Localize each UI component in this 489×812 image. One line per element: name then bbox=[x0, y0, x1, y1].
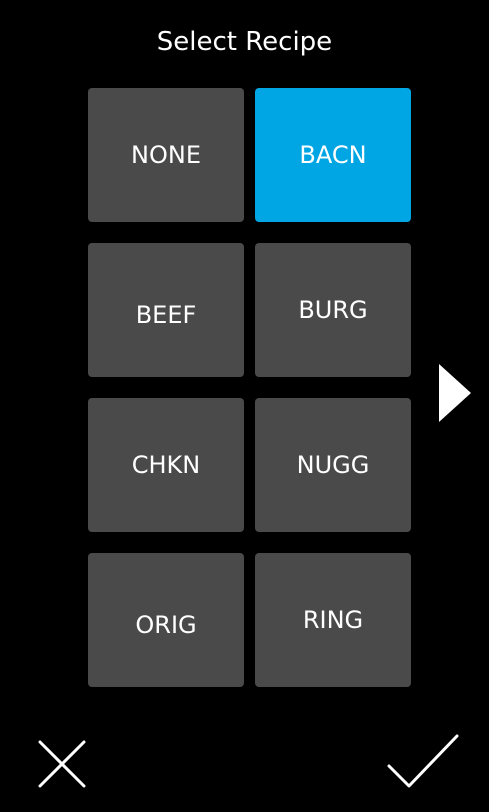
page-title: Select Recipe bbox=[156, 27, 333, 57]
recipe-tile-label: BEEF bbox=[135, 301, 197, 329]
cancel-button[interactable] bbox=[30, 734, 90, 794]
next-page-button[interactable] bbox=[437, 362, 473, 424]
recipe-tile-label: ORIG bbox=[135, 611, 197, 639]
recipe-tile-orig[interactable]: ORIG bbox=[88, 553, 244, 687]
checkmark-icon bbox=[387, 734, 459, 788]
recipe-grid: NONE BACN BEEF BURG CHKN NUGG ORIG RING bbox=[88, 88, 412, 687]
recipe-tile-nugg[interactable]: NUGG bbox=[255, 398, 411, 532]
recipe-tile-label: NONE bbox=[131, 141, 201, 169]
close-icon bbox=[38, 740, 86, 788]
recipe-tile-beef[interactable]: BEEF bbox=[88, 243, 244, 377]
recipe-tile-ring[interactable]: RING bbox=[255, 553, 411, 687]
recipe-tile-label: BURG bbox=[298, 296, 368, 324]
recipe-tile-chkn[interactable]: CHKN bbox=[88, 398, 244, 532]
confirm-button[interactable] bbox=[385, 728, 461, 794]
recipe-tile-label: NUGG bbox=[296, 451, 370, 479]
recipe-tile-label: CHKN bbox=[131, 451, 201, 479]
chevron-right-icon bbox=[439, 364, 471, 422]
recipe-tile-label: BACN bbox=[299, 141, 367, 169]
recipe-tile-label: RING bbox=[302, 606, 364, 634]
recipe-tile-burg[interactable]: BURG bbox=[255, 243, 411, 377]
recipe-tile-bacn[interactable]: BACN bbox=[255, 88, 411, 222]
recipe-tile-none[interactable]: NONE bbox=[88, 88, 244, 222]
